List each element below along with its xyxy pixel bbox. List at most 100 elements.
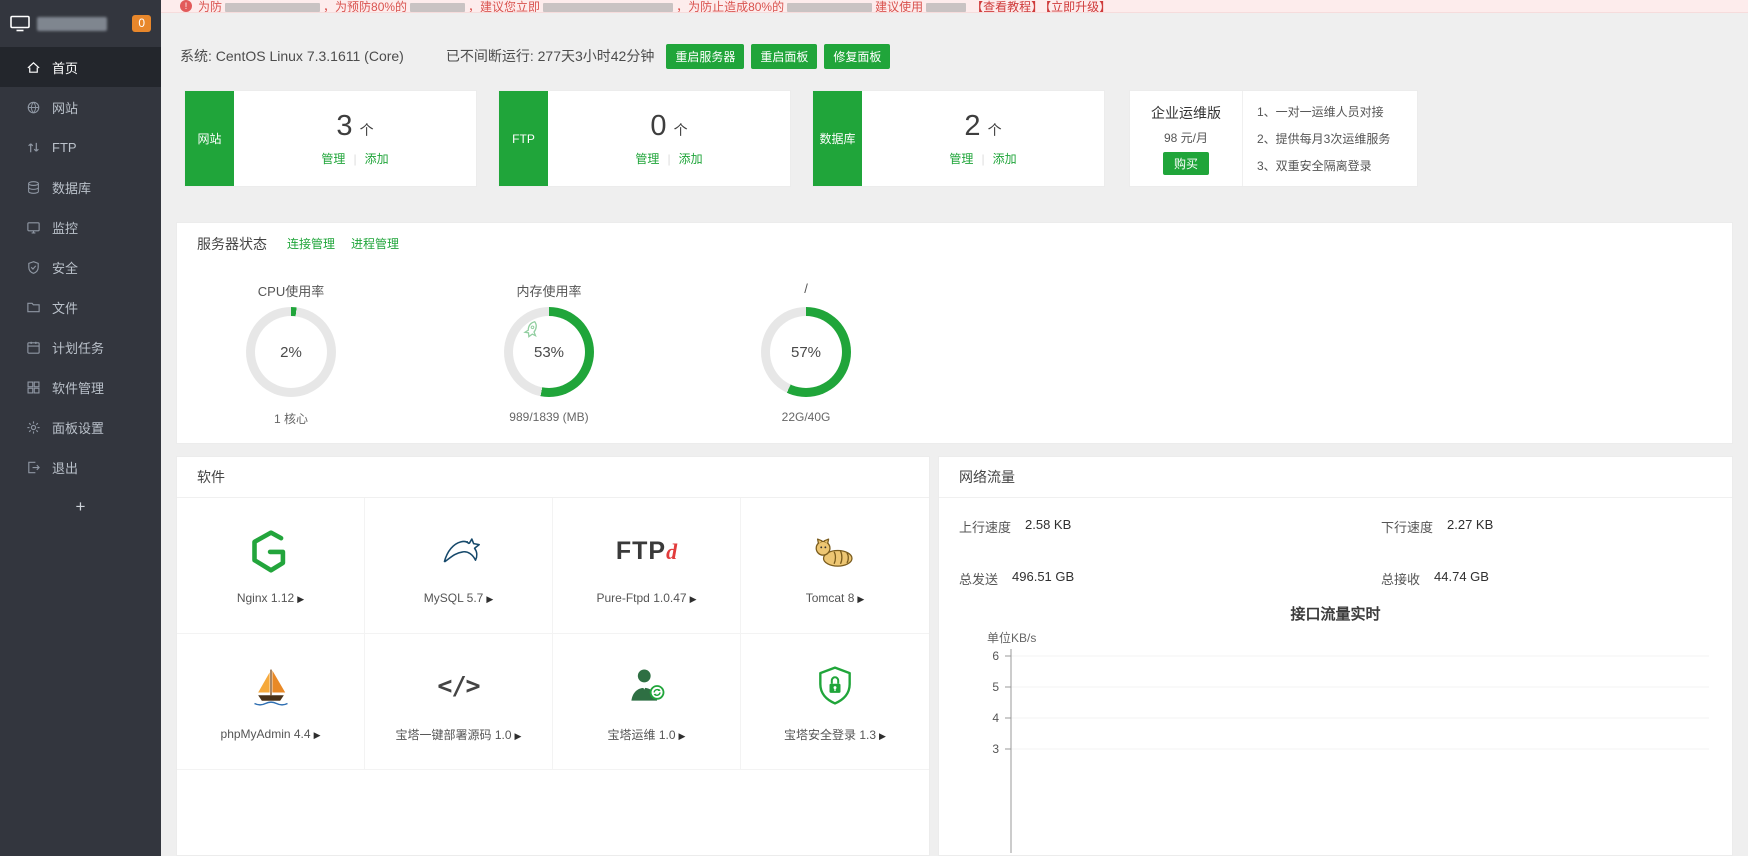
- stat-cards: 网站3个管理|添加FTP0个管理|添加数据库2个管理|添加: [184, 90, 1105, 187]
- sidebar-item-ftp[interactable]: FTP: [0, 127, 161, 167]
- software-label: Nginx 1.12▶: [237, 591, 304, 605]
- sidebar-item-cron[interactable]: 计划任务: [0, 327, 161, 367]
- manage-link[interactable]: 管理: [949, 150, 973, 167]
- sidebar-item-monitor[interactable]: 监控: [0, 207, 161, 247]
- upload-speed: 上行速度 2.58 KB: [959, 517, 1071, 536]
- sidebar-item-security[interactable]: 安全: [0, 247, 161, 287]
- play-arrow-icon: ▶: [314, 730, 321, 740]
- software-deploy[interactable]: </> 宝塔一键部署源码 1.0▶: [365, 634, 553, 770]
- divider: |: [353, 152, 356, 166]
- promo-left: 企业运维版 98 元/月 购买: [1130, 91, 1243, 186]
- stat-card-database: 数据库 2个管理 | 添加: [812, 90, 1105, 187]
- process-manage-link[interactable]: 进程管理: [351, 235, 399, 252]
- gauge-memory: 内存使用率53%989/1839 (MB): [473, 281, 625, 424]
- network-traffic-panel: 网络流量 上行速度 2.58 KB 下行速度 2.27 KB 总发送 496.5…: [938, 456, 1733, 856]
- svg-text:4: 4: [992, 711, 999, 725]
- sidebar-item-label: 退出: [52, 458, 78, 477]
- software-phpmyadmin[interactable]: phpMyAdmin 4.4▶: [177, 634, 365, 770]
- buy-button[interactable]: 购买: [1163, 152, 1209, 175]
- software-ops[interactable]: 宝塔运维 1.0▶: [553, 634, 741, 770]
- sidebar-item-label: 数据库: [52, 178, 91, 197]
- play-arrow-icon: ▶: [515, 731, 522, 741]
- redacted-text: [225, 3, 320, 12]
- system-buttons: 重启服务器重启面板修复面板: [666, 44, 890, 69]
- shield-icon: [25, 260, 41, 275]
- promo-card: 企业运维版 98 元/月 购买 1、一对一运维人员对接2、提供每月3次运维服务3…: [1129, 90, 1418, 187]
- net-stat-value: 2.27 KB: [1447, 517, 1493, 536]
- logout-icon: [25, 460, 41, 475]
- connection-manage-link[interactable]: 连接管理: [287, 235, 335, 252]
- restart-panel-button[interactable]: 重启面板: [751, 44, 817, 69]
- folder-icon: [25, 300, 41, 315]
- ftp-icon: [25, 140, 41, 155]
- gauge-subtitle: 22G/40G: [782, 410, 831, 424]
- sidebar-item-home[interactable]: 首页: [0, 47, 161, 87]
- play-arrow-icon: ▶: [879, 731, 886, 741]
- sidebar-item-site[interactable]: 网站: [0, 87, 161, 127]
- sidebar-item-label: 首页: [52, 58, 78, 77]
- banner-link[interactable]: 【查看教程】: [971, 0, 1043, 13]
- logo-icon: [10, 15, 30, 32]
- sidebar-item-settings[interactable]: 面板设置: [0, 407, 161, 447]
- network-header: 网络流量: [939, 457, 1732, 498]
- svg-text:5: 5: [992, 680, 999, 694]
- promo-price: 98 元/月: [1164, 129, 1208, 146]
- plus-icon: +: [76, 497, 86, 517]
- restart-server-button[interactable]: 重启服务器: [666, 44, 744, 69]
- promo-features: 1、一对一运维人员对接2、提供每月3次运维服务3、双重安全隔离登录: [1243, 91, 1417, 186]
- stat-card-tag: 数据库: [813, 91, 862, 186]
- server-status-title: 服务器状态: [197, 234, 267, 254]
- notice-banner-text: ! 为防，为预防80%的，建议您立即，为防止造成80%的建议使用【查看教程】【立…: [161, 0, 1748, 13]
- add-link[interactable]: 添加: [993, 150, 1017, 167]
- stat-card-tag: 网站: [185, 91, 234, 186]
- software-panel: 软件 Nginx 1.12▶MySQL 5.7▶FTPdPure-Ftpd 1.…: [176, 456, 930, 856]
- server-status-panel: 服务器状态 连接管理进程管理 CPU使用率2%1 核心内存使用率53%989/1…: [176, 222, 1733, 444]
- system-info-row: 系统: CentOS Linux 7.3.1611 (Core) 已不间断运行:…: [180, 41, 890, 71]
- tomcat-icon: [813, 526, 857, 576]
- add-link[interactable]: 添加: [679, 150, 703, 167]
- sidebar-item-label: 监控: [52, 218, 78, 237]
- stat-count: 3个: [336, 110, 373, 143]
- mysql-icon: [437, 526, 481, 576]
- divider: |: [981, 152, 984, 166]
- sidebar-add-button[interactable]: +: [0, 487, 161, 527]
- promo-feature: 2、提供每月3次运维服务: [1257, 130, 1417, 147]
- stat-card-ftp: FTP0个管理|添加: [498, 90, 791, 187]
- software-nginx[interactable]: Nginx 1.12▶: [177, 498, 365, 634]
- repair-panel-button[interactable]: 修复面板: [824, 44, 890, 69]
- software-mysql[interactable]: MySQL 5.7▶: [365, 498, 553, 634]
- play-arrow-icon: ▶: [690, 594, 697, 604]
- gauge-subtitle: 1 核心: [274, 410, 308, 427]
- sidebar-item-logout[interactable]: 退出: [0, 447, 161, 487]
- software-label: 宝塔运维 1.0▶: [608, 726, 686, 743]
- overview-cards: 网站3个管理|添加FTP0个管理|添加数据库2个管理|添加 企业运维版 98 元…: [184, 90, 1418, 187]
- code-icon: </>: [437, 661, 479, 711]
- add-link[interactable]: 添加: [365, 150, 389, 167]
- ftpd-icon: FTPd: [616, 526, 677, 576]
- logo-text-redacted: [37, 17, 107, 31]
- message-count-badge[interactable]: 0: [132, 15, 151, 32]
- monitor-icon: [25, 220, 41, 235]
- sidebar-item-label: 软件管理: [52, 378, 104, 397]
- manage-link[interactable]: 管理: [635, 150, 659, 167]
- software-label: 宝塔一键部署源码 1.0▶: [396, 726, 522, 743]
- banner-link[interactable]: 【立即升级】: [1045, 0, 1111, 13]
- safelogin-icon: [813, 661, 857, 711]
- db-icon: [25, 180, 41, 195]
- phpmyadmin-icon: [249, 662, 293, 712]
- sidebar-item-files[interactable]: 文件: [0, 287, 161, 327]
- net-stat-value: 44.74 GB: [1434, 569, 1489, 588]
- sidebar-item-database[interactable]: 数据库: [0, 167, 161, 207]
- net-stat-value: 2.58 KB: [1025, 517, 1071, 536]
- redacted-text: [410, 3, 465, 12]
- stat-count: 2个: [964, 110, 1001, 143]
- software-tomcat[interactable]: Tomcat 8▶: [741, 498, 929, 634]
- software-pureftpd[interactable]: FTPdPure-Ftpd 1.0.47▶: [553, 498, 741, 634]
- software-safelogin[interactable]: 宝塔安全登录 1.3▶: [741, 634, 929, 770]
- stat-card-site: 网站 3个管理 | 添加: [184, 90, 477, 187]
- manage-link[interactable]: 管理: [321, 150, 345, 167]
- play-arrow-icon: ▶: [486, 594, 493, 604]
- ops-icon: [625, 661, 669, 711]
- play-arrow-icon: ▶: [679, 731, 686, 741]
- sidebar-item-soft[interactable]: 软件管理: [0, 367, 161, 407]
